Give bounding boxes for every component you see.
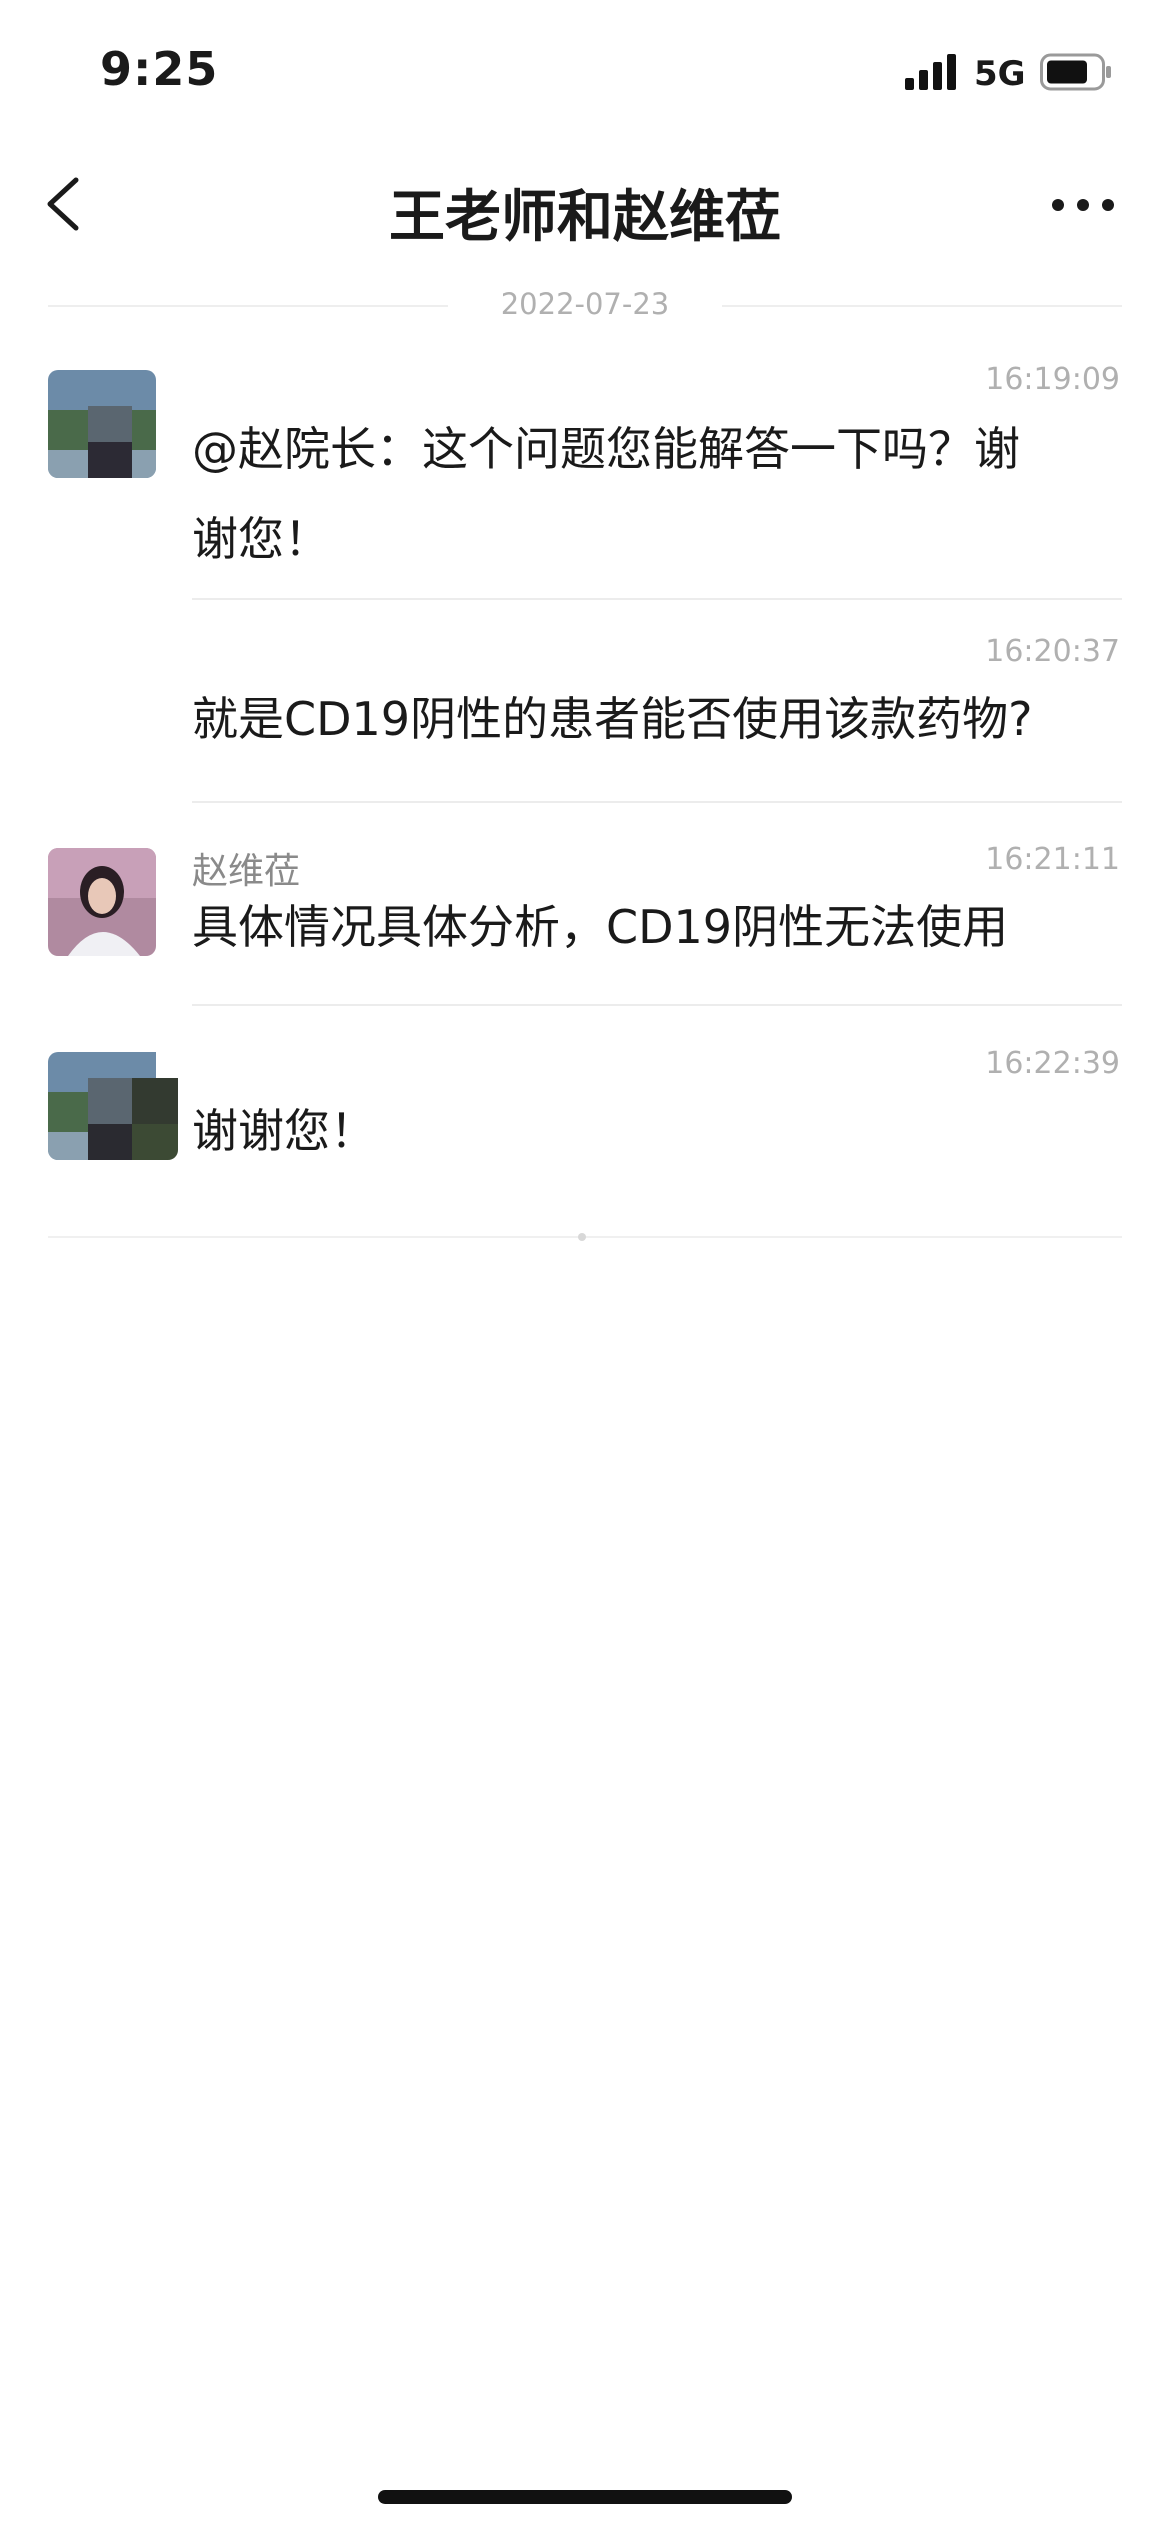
message-divider (192, 801, 1122, 803)
message-text-line: @赵院长：这个问题您能解答一下吗？谢 (192, 422, 1020, 476)
message-item[interactable]: 16:22:39 谢谢您！ (0, 1042, 1170, 1192)
message-divider (192, 598, 1122, 600)
message-item[interactable]: 赵维莅 16:21:11 具体情况具体分析，CD19阴性无法使用 (0, 838, 1170, 998)
avatar[interactable] (48, 1052, 178, 1160)
divider-line (722, 305, 1122, 307)
message-time: 16:22:39 (985, 1046, 1120, 1081)
status-time: 9:25 (100, 42, 219, 96)
message-time: 16:20:37 (985, 634, 1120, 669)
battery-icon (1040, 53, 1111, 91)
more-dots-icon[interactable] (1048, 180, 1118, 230)
avatar-image (48, 370, 156, 478)
avatar[interactable] (48, 848, 156, 956)
avatar-image (48, 848, 156, 956)
message-text: 就是CD19阴性的患者能否使用该款药物? (192, 674, 1152, 764)
message-text-line: 就是CD19阴性的患者能否使用该款药物? (192, 692, 1033, 746)
message-text: 具体情况具体分析，CD19阴性无法使用 (192, 882, 1122, 972)
message-text: 谢谢您！ (192, 1086, 1092, 1176)
message-text-line: 谢谢您！ (192, 1104, 376, 1158)
chat-title: 王老师和赵维莅 (389, 185, 781, 250)
message-text-line: 谢您！ (192, 512, 330, 566)
date-label: 2022-07-23 (500, 287, 670, 321)
message-text: @赵院长：这个问题您能解答一下吗？谢 谢您！ (192, 404, 1092, 584)
end-dot-icon (578, 1233, 586, 1241)
message-divider (192, 1004, 1122, 1006)
nav-bar: 王老师和赵维莅 (0, 140, 1170, 270)
signal-bars-icon (905, 54, 956, 90)
message-text-line: 具体情况具体分析，CD19阴性无法使用 (192, 900, 1009, 954)
avatar-image (48, 1052, 178, 1160)
message-item[interactable]: 16:19:09 @赵院长：这个问题您能解答一下吗？谢 谢您！ (0, 360, 1170, 600)
avatar[interactable] (48, 370, 156, 478)
date-divider: 2022-07-23 (48, 282, 1122, 328)
message-time: 16:21:11 (985, 842, 1120, 877)
network-label: 5G (974, 54, 1026, 94)
home-indicator[interactable] (378, 2490, 792, 2504)
message-time: 16:19:09 (985, 362, 1120, 397)
message-item[interactable]: 16:20:37 就是CD19阴性的患者能否使用该款药物? (0, 630, 1170, 790)
status-bar: 9:25 5G (0, 0, 1170, 140)
